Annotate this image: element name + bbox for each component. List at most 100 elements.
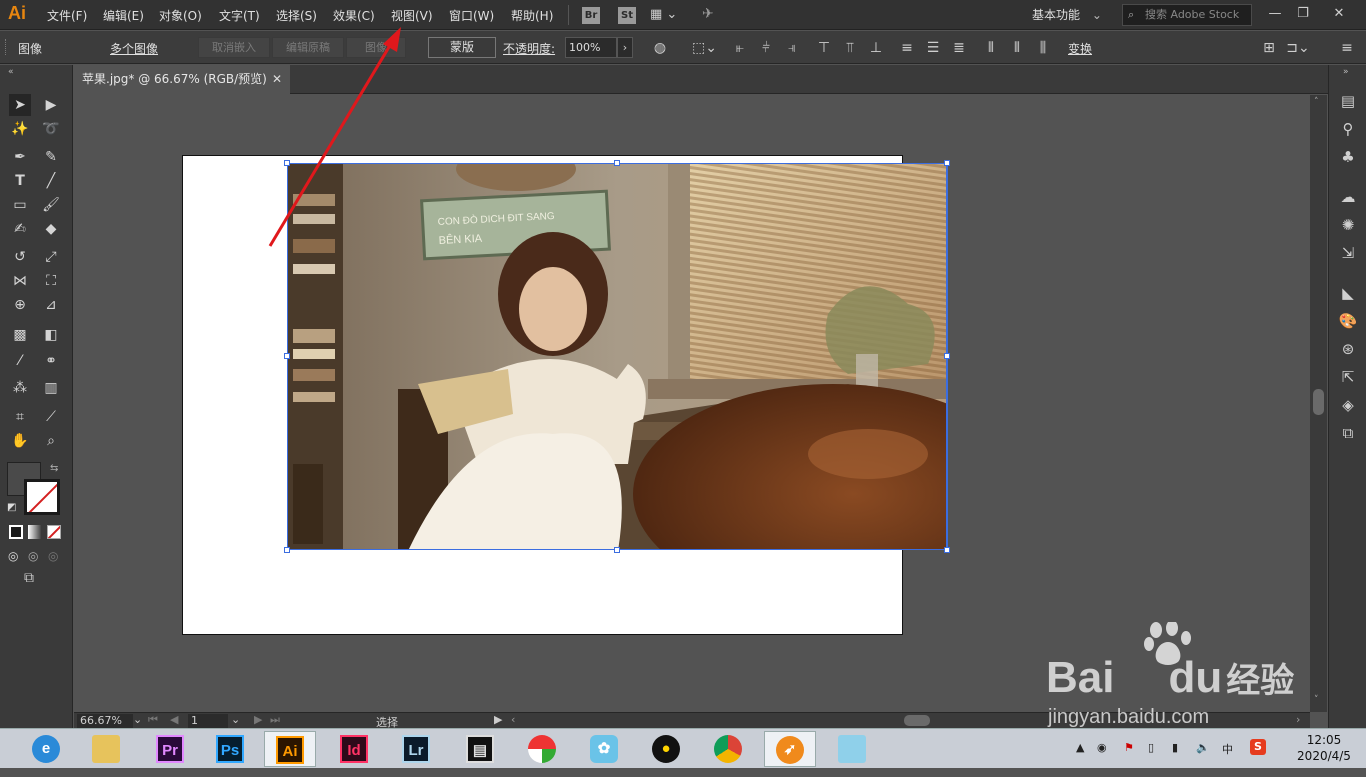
menu-object[interactable]: 对象(O) bbox=[159, 7, 202, 24]
opacity-input[interactable]: 100% bbox=[565, 37, 617, 58]
lasso-tool-icon[interactable]: ➰ bbox=[40, 118, 62, 140]
magic-wand-tool-icon[interactable]: ✨ bbox=[9, 118, 31, 140]
horizontal-scroll-thumb[interactable] bbox=[904, 715, 930, 726]
mask-button[interactable]: 蒙版 bbox=[428, 37, 496, 58]
handle-bottom-right[interactable] bbox=[944, 547, 950, 553]
menu-file[interactable]: 文件(F) bbox=[47, 7, 87, 24]
vertical-scrollbar[interactable]: ˄ ˅ bbox=[1310, 95, 1327, 712]
column-graph-tool-icon[interactable]: ▥ bbox=[40, 377, 62, 399]
minimize-button[interactable]: — bbox=[1262, 4, 1288, 24]
align-hcenter-icon[interactable]: ⫩ bbox=[757, 39, 775, 57]
distribute-left-icon[interactable]: ⫴ bbox=[982, 39, 1000, 57]
color-guide-icon[interactable]: ⊛ bbox=[1338, 339, 1358, 359]
start-button[interactable]: e bbox=[20, 731, 72, 767]
arrange-documents-icon[interactable]: ▦ ⌄ bbox=[650, 7, 680, 24]
export-icon[interactable]: ⇲ bbox=[1338, 243, 1358, 263]
tray-network-icon[interactable]: ▮ bbox=[1172, 741, 1178, 754]
zoom-field[interactable]: 66.67% bbox=[77, 714, 133, 728]
taskbar-premiere[interactable]: Pr bbox=[144, 731, 196, 767]
hand-tool-icon[interactable]: ✋ bbox=[9, 430, 31, 452]
menu-type[interactable]: 文字(T) bbox=[219, 7, 260, 24]
shape-builder-tool-icon[interactable]: ⊕ bbox=[9, 294, 31, 316]
align-right-icon[interactable]: ⫣ bbox=[783, 39, 801, 57]
links-icon[interactable]: ⇱ bbox=[1338, 367, 1358, 387]
document-tab[interactable]: 苹果.jpg* @ 66.67% (RGB/预览) ✕ bbox=[74, 65, 290, 94]
free-transform-tool-icon[interactable]: ⛶ bbox=[40, 270, 62, 292]
artboard-tool-icon[interactable]: ⌗ bbox=[9, 406, 31, 428]
menu-window[interactable]: 窗口(W) bbox=[449, 7, 494, 24]
workspace-switcher[interactable]: 基本功能 ⌄ bbox=[1022, 3, 1108, 27]
none-mode-icon[interactable] bbox=[47, 525, 61, 539]
gradient-mode-icon[interactable] bbox=[28, 525, 42, 539]
scroll-right-icon[interactable]: › bbox=[1296, 713, 1300, 726]
taskbar-illustrator[interactable]: Ai bbox=[264, 731, 316, 767]
taskbar-notes[interactable] bbox=[826, 731, 878, 767]
collapse-icon[interactable]: « bbox=[8, 67, 14, 77]
distribute-top-icon[interactable]: ≡ bbox=[898, 39, 916, 57]
brushes-icon[interactable]: ⚲ bbox=[1338, 119, 1358, 139]
paintbrush-tool-icon[interactable]: 🖌 bbox=[40, 194, 62, 216]
direct-selection-tool-icon[interactable]: ▶ bbox=[40, 94, 62, 116]
taskbar-explorer[interactable] bbox=[80, 731, 132, 767]
layers-icon[interactable]: ◈ bbox=[1338, 395, 1358, 415]
first-artboard-icon[interactable]: ⏮ bbox=[148, 713, 158, 727]
handle-top-center[interactable] bbox=[614, 160, 620, 166]
artboard-number-field[interactable]: 1 bbox=[188, 714, 228, 728]
restore-button[interactable]: ❐ bbox=[1290, 4, 1316, 24]
taskbar-video[interactable]: ▤ bbox=[454, 731, 506, 767]
distribute-hcenter-icon[interactable]: ⦀ bbox=[1008, 39, 1026, 57]
align-top-icon[interactable]: ⊤ bbox=[815, 39, 833, 57]
scroll-up-icon[interactable]: ˄ bbox=[1314, 97, 1319, 107]
handle-bottom-center[interactable] bbox=[614, 547, 620, 553]
pen-tool-icon[interactable]: ✒ bbox=[9, 146, 31, 168]
handle-bottom-left[interactable] bbox=[284, 547, 290, 553]
stroke-none-swatch[interactable] bbox=[24, 479, 60, 515]
align-vcenter-icon[interactable]: ⫪ bbox=[841, 39, 859, 57]
tray-expand-icon[interactable]: ▲ bbox=[1076, 741, 1084, 754]
draw-normal-icon[interactable]: ◎ bbox=[8, 549, 18, 563]
draw-behind-icon[interactable]: ◎ bbox=[28, 549, 38, 563]
zoom-dropdown-icon[interactable]: ⌄ bbox=[133, 713, 142, 726]
taskbar-lightroom[interactable]: Lr bbox=[390, 731, 442, 767]
tray-ime-label[interactable]: 中 bbox=[1222, 741, 1233, 757]
swap-fill-stroke-icon[interactable]: ⇆ bbox=[50, 463, 58, 474]
slice-tool-icon[interactable]: ⟋ bbox=[40, 406, 62, 428]
shaper-tool-icon[interactable]: ✍ bbox=[9, 218, 31, 240]
tray-flag-icon[interactable]: ⚑ bbox=[1124, 741, 1134, 754]
line-tool-icon[interactable]: ╱ bbox=[40, 170, 62, 192]
type-tool-icon[interactable]: T bbox=[9, 170, 31, 192]
taskbar-qq[interactable]: ● bbox=[640, 731, 692, 767]
gradient-tool-icon[interactable]: ◧ bbox=[40, 324, 62, 346]
transform-link[interactable]: 变换 bbox=[1068, 40, 1092, 57]
select-similar-icon[interactable]: ⬚⌄ bbox=[692, 39, 717, 57]
distribute-right-icon[interactable]: ⫼ bbox=[1034, 39, 1052, 57]
rotate-tool-icon[interactable]: ↺ bbox=[9, 246, 31, 268]
mesh-tool-icon[interactable]: ▩ bbox=[9, 324, 31, 346]
tray-sogou-icon[interactable]: S bbox=[1250, 739, 1266, 755]
opacity-label[interactable]: 不透明度: bbox=[503, 40, 555, 57]
placed-image[interactable]: CON ĐÒ DICH ĐIT SANG BÊN KIA bbox=[287, 163, 947, 550]
graphic-styles-icon[interactable]: ◣ bbox=[1338, 283, 1358, 303]
symbol-sprayer-tool-icon[interactable]: ⁂ bbox=[9, 377, 31, 399]
image-trace-button[interactable]: 图像 bbox=[346, 37, 406, 58]
canvas-area[interactable]: CON ĐÒ DICH ĐIT SANG BÊN KIA bbox=[74, 95, 1310, 712]
zoom-tool-icon[interactable]: ⌕ bbox=[40, 430, 62, 452]
taskbar-photoshop[interactable]: Ps bbox=[204, 731, 256, 767]
edit-original-button[interactable]: 编辑原稿 bbox=[272, 37, 344, 58]
taskbar-app-orange[interactable]: ➶ bbox=[764, 731, 816, 767]
taskbar-app-rabbit[interactable]: ✿ bbox=[578, 731, 630, 767]
scroll-thumb[interactable] bbox=[1313, 389, 1324, 415]
blend-tool-icon[interactable]: ⚭ bbox=[40, 350, 62, 372]
drag-grip-icon[interactable] bbox=[5, 39, 9, 55]
taskbar-chrome[interactable] bbox=[702, 731, 754, 767]
expand-panels-icon[interactable]: » bbox=[1343, 67, 1349, 77]
appearance-icon[interactable]: ✺ bbox=[1338, 215, 1358, 235]
next-artboard-icon[interactable]: ▶ bbox=[254, 713, 262, 726]
scroll-down-icon[interactable]: ˅ bbox=[1314, 695, 1319, 705]
perspective-grid-tool-icon[interactable]: ⊿ bbox=[40, 294, 62, 316]
width-tool-icon[interactable]: ⋈ bbox=[9, 270, 31, 292]
color-icon[interactable]: 🎨 bbox=[1338, 311, 1358, 331]
prev-artboard-icon[interactable]: ◀ bbox=[170, 713, 178, 726]
menu-effect[interactable]: 效果(C) bbox=[333, 7, 375, 24]
taskbar-indesign[interactable]: Id bbox=[328, 731, 380, 767]
